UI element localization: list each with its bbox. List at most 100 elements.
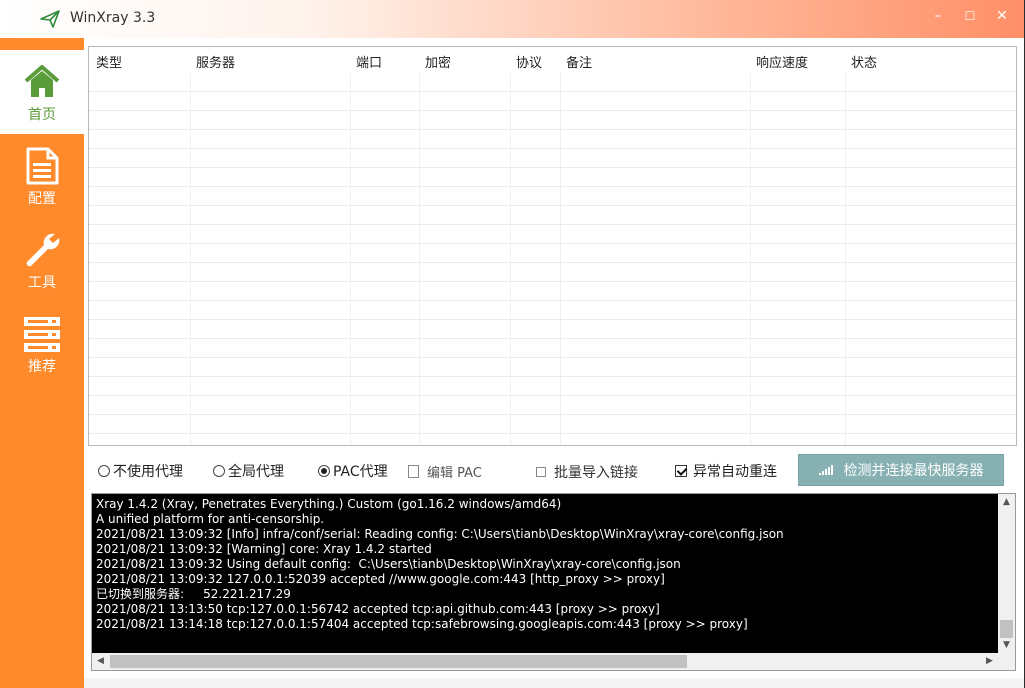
server-table[interactable]: 类型 服务器 端口 加密 协议 备注 响应速度 状态 xyxy=(88,46,1017,446)
grid-line xyxy=(89,243,1016,244)
radio-no-proxy[interactable]: 不使用代理 xyxy=(98,461,183,481)
grid-line xyxy=(89,91,1016,92)
grid-line xyxy=(89,357,1016,358)
sidebar-item-tools[interactable]: 工具 xyxy=(0,218,84,302)
auto-reconnect-checkbox[interactable]: 异常自动重连 xyxy=(675,461,777,481)
maximize-icon: ☐ xyxy=(964,9,976,23)
column-header-latency[interactable]: 响应速度 xyxy=(756,52,808,71)
sidebar-item-label: 工具 xyxy=(28,275,56,291)
column-header-type[interactable]: 类型 xyxy=(96,52,122,71)
grid-line xyxy=(89,205,1016,206)
radio-label: 不使用代理 xyxy=(113,464,183,480)
radio-label: 全局代理 xyxy=(228,464,284,480)
sidebar-item-label: 配置 xyxy=(28,191,56,207)
column-header-server[interactable]: 服务器 xyxy=(196,52,235,71)
wrench-icon xyxy=(26,233,60,267)
batch-import-button[interactable]: 批量导入链接 xyxy=(536,462,638,482)
grid-line xyxy=(89,319,1016,320)
grid-line xyxy=(845,73,846,445)
close-button[interactable]: ✕ xyxy=(992,6,1012,26)
scroll-right-icon[interactable]: ▶ xyxy=(981,653,998,670)
grid-line xyxy=(419,73,420,445)
grid-line xyxy=(89,186,1016,187)
scroll-thumb[interactable] xyxy=(1000,620,1013,638)
log-text: Xray 1.4.2 (Xray, Penetrates Everything.… xyxy=(96,497,996,632)
maximize-button[interactable]: ☐ xyxy=(960,6,980,26)
checkbox-checked-icon xyxy=(675,465,687,477)
grid-line xyxy=(89,414,1016,415)
log-line: 2021/08/21 13:09:32 [Info] infra/conf/se… xyxy=(96,527,784,541)
edit-pac-label: 编辑 PAC xyxy=(427,466,482,481)
log-line: 2021/08/21 13:09:32 127.0.0.1:52039 acce… xyxy=(96,572,665,586)
scroll-down-icon[interactable]: ▼ xyxy=(998,637,1015,654)
grid-line xyxy=(89,262,1016,263)
sidebar-item-label: 首页 xyxy=(28,107,56,123)
sidebar: 首页 配置 工具 推荐 xyxy=(0,38,84,688)
log-line: A unified platform for anti-censorship. xyxy=(96,512,325,526)
grid-line xyxy=(89,338,1016,339)
auto-reconnect-label: 异常自动重连 xyxy=(693,464,777,480)
grid-line xyxy=(89,300,1016,301)
grid-line xyxy=(560,73,561,445)
table-header: 类型 服务器 端口 加密 协议 备注 响应速度 状态 xyxy=(89,47,1016,73)
sidebar-item-recommend[interactable]: 推荐 xyxy=(0,302,84,386)
sidebar-item-label: 推荐 xyxy=(28,359,56,375)
paper-plane-icon xyxy=(40,10,60,28)
radio-global-proxy[interactable]: 全局代理 xyxy=(213,461,284,481)
file-edit-icon xyxy=(408,465,419,478)
home-icon xyxy=(24,65,60,97)
sidebar-item-config[interactable]: 配置 xyxy=(0,134,84,218)
table-body xyxy=(89,73,1016,445)
log-horizontal-scrollbar[interactable]: ◀ ▶ xyxy=(92,653,1015,670)
detect-connect-label: 检测并连接最快服务器 xyxy=(843,463,984,479)
log-line: Xray 1.4.2 (Xray, Penetrates Everything.… xyxy=(96,497,562,511)
edit-pac-button[interactable]: 编辑 PAC xyxy=(408,462,482,481)
log-line: 2021/08/21 13:14:18 tcp:127.0.0.1:57404 … xyxy=(96,617,748,631)
grid-line xyxy=(190,73,191,445)
scroll-left-icon[interactable]: ◀ xyxy=(92,653,109,670)
grid-line xyxy=(750,73,751,445)
minimize-icon: – xyxy=(934,8,942,24)
sidebar-item-home[interactable]: 首页 xyxy=(0,50,84,134)
grid-line xyxy=(89,224,1016,225)
log-line: 已切换到服务器: 52.221.217.29 xyxy=(96,587,291,601)
log-line: 2021/08/21 13:09:32 [Warning] core: Xray… xyxy=(96,542,432,556)
minimize-button[interactable]: – xyxy=(928,6,948,26)
grid-line xyxy=(350,73,351,445)
title-bar: WinXray 3.3 – ☐ ✕ xyxy=(0,0,1024,38)
grid-line xyxy=(89,167,1016,168)
column-header-status[interactable]: 状态 xyxy=(851,52,877,71)
radio-circle-icon xyxy=(213,465,225,477)
radio-label: PAC代理 xyxy=(333,464,388,480)
proxy-controls: 不使用代理 全局代理 PAC代理 编辑 PAC 批量导入链接 异常自动重连 检测… xyxy=(88,452,1017,488)
radio-circle-icon xyxy=(98,465,110,477)
column-header-protocol[interactable]: 协议 xyxy=(516,52,542,71)
server-icon xyxy=(24,317,60,352)
import-icon xyxy=(536,467,546,477)
log-line: 2021/08/21 13:09:32 Using default config… xyxy=(96,557,681,571)
radio-selected-icon xyxy=(318,465,330,477)
app-window: WinXray 3.3 – ☐ ✕ 首页 配置 工具 推荐 类型 服务器 端口 … xyxy=(0,0,1025,688)
grid-line xyxy=(89,281,1016,282)
grid-line xyxy=(89,395,1016,396)
window-title: WinXray 3.3 xyxy=(70,10,156,26)
grid-line xyxy=(89,376,1016,377)
column-header-remark[interactable]: 备注 xyxy=(566,52,592,71)
grid-line xyxy=(89,110,1016,111)
log-vertical-scrollbar[interactable]: ▲ ▼ xyxy=(998,494,1015,654)
close-icon: ✕ xyxy=(996,8,1008,24)
scroll-thumb[interactable] xyxy=(110,655,687,668)
scroll-up-icon[interactable]: ▲ xyxy=(998,494,1015,511)
radio-pac-proxy[interactable]: PAC代理 xyxy=(318,461,388,481)
grid-line xyxy=(89,433,1016,434)
grid-line xyxy=(89,148,1016,149)
column-header-port[interactable]: 端口 xyxy=(356,52,382,71)
log-line: 2021/08/21 13:13:50 tcp:127.0.0.1:56742 … xyxy=(96,602,660,616)
log-console[interactable]: Xray 1.4.2 (Xray, Penetrates Everything.… xyxy=(91,493,1016,671)
grid-line xyxy=(89,129,1016,130)
column-header-encryption[interactable]: 加密 xyxy=(425,52,451,71)
batch-import-label: 批量导入链接 xyxy=(554,465,638,481)
detect-connect-fastest-button[interactable]: 检测并连接最快服务器 xyxy=(798,454,1004,486)
signal-bars-icon xyxy=(818,465,834,475)
document-icon xyxy=(26,147,59,185)
